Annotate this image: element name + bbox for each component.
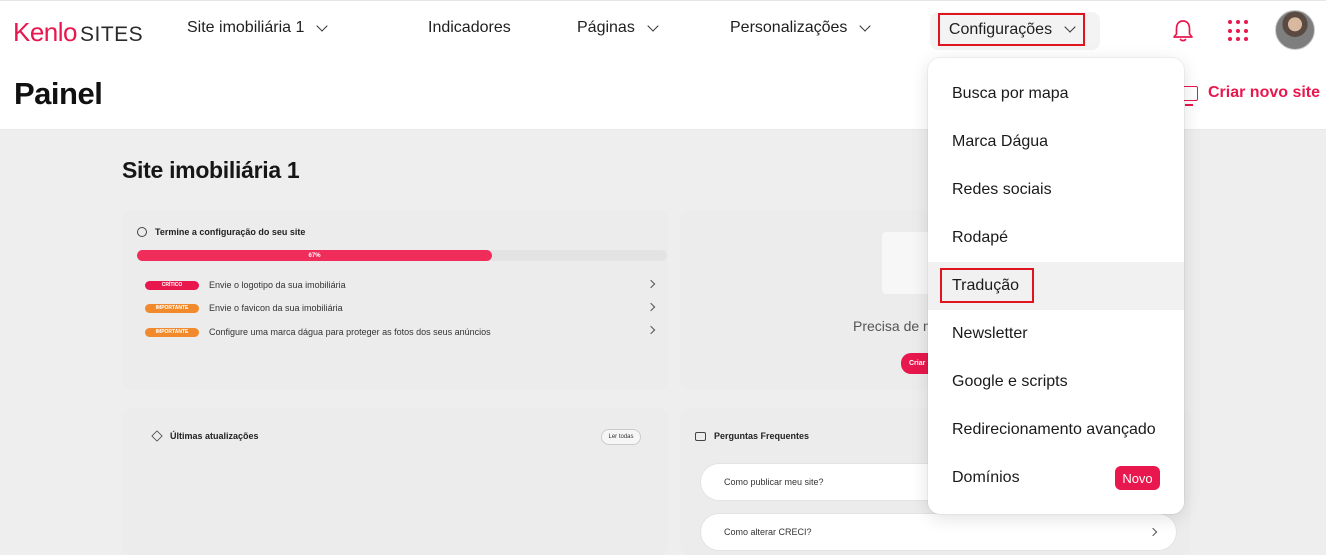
setup-heading-text: Termine a configuração do seu site — [155, 227, 306, 237]
nav-indicators-label: Indicadores — [428, 19, 511, 36]
chevron-down-icon — [1064, 21, 1076, 33]
important-badge: Importante — [145, 303, 199, 313]
setup-task[interactable]: Crítico Envie o logotipo da sua imobiliá… — [145, 278, 346, 292]
create-new-site-button[interactable]: Criar novo site — [1180, 84, 1321, 106]
nav-settings[interactable]: Configurações — [938, 13, 1085, 46]
updates-heading-text: Últimas atualizações — [170, 431, 259, 441]
menu-item-watermark[interactable]: Marca Dágua — [928, 118, 1184, 166]
preview-create-button[interactable]: Criar — [901, 353, 930, 374]
menu-item-social-networks[interactable]: Redes sociais — [928, 166, 1184, 214]
preview-prompt-text: Precisa de n — [853, 318, 931, 334]
setup-progress-bar: 67% — [137, 250, 667, 261]
setup-card — [122, 210, 668, 390]
nav-pages[interactable]: Páginas — [577, 19, 659, 37]
nav-customizations[interactable]: Personalizações — [730, 19, 872, 37]
kenlo-sites-logo[interactable]: Kenlo SITES — [13, 17, 143, 48]
critical-badge: Crítico — [145, 280, 199, 290]
setup-task[interactable]: Importante Configure uma marca dágua par… — [145, 325, 491, 339]
nav-customizations-label: Personalizações — [730, 19, 848, 36]
faq-item-text: Como alterar CRECI? — [724, 527, 812, 537]
updates-heading: Últimas atualizações — [151, 430, 259, 442]
nav-settings-label: Configurações — [948, 20, 1053, 38]
cube-icon — [151, 430, 163, 442]
translation-highlight-box — [940, 268, 1034, 303]
nav-indicators[interactable]: Indicadores — [428, 19, 511, 37]
site-selector-label: Site imobiliária 1 — [187, 19, 305, 36]
chat-icon — [695, 431, 706, 441]
chevron-down-icon — [859, 19, 872, 32]
new-badge: Novo — [1115, 466, 1160, 490]
faq-item-text: Como publicar meu site? — [724, 477, 824, 487]
user-avatar[interactable] — [1275, 10, 1315, 50]
site-preview-thumbnail — [882, 232, 930, 294]
faq-heading-text: Perguntas Frequentes — [714, 431, 810, 441]
menu-item-map-search[interactable]: Busca por mapa — [928, 70, 1184, 118]
logo-sub-text: SITES — [80, 23, 144, 46]
setup-heading: Termine a configuração do seu site — [137, 227, 305, 237]
setup-task[interactable]: Importante Envie o favicon da sua imobil… — [145, 301, 343, 315]
create-new-site-label: Criar novo site — [1208, 84, 1321, 101]
page-title: Painel — [14, 76, 103, 111]
setup-task-text: Envie o favicon da sua imobiliária — [209, 303, 343, 313]
apps-grid-icon[interactable] — [1228, 20, 1250, 42]
menu-item-google-scripts[interactable]: Google e scripts — [928, 358, 1184, 406]
nav-pages-label: Páginas — [577, 19, 635, 36]
setup-task-text: Envie o logotipo da sua imobiliária — [209, 280, 346, 290]
menu-item-advanced-redirect[interactable]: Redirecionamento avançado — [928, 406, 1184, 454]
site-selector-dropdown[interactable]: Site imobiliária 1 — [187, 19, 329, 37]
read-all-button[interactable]: Ler todas — [601, 429, 641, 445]
important-badge: Importante — [145, 327, 199, 337]
faq-heading: Perguntas Frequentes — [695, 431, 809, 441]
faq-item[interactable]: Como alterar CRECI? — [700, 513, 1177, 551]
gear-icon — [137, 227, 147, 237]
logo-main-text: Kenlo — [13, 17, 78, 47]
menu-item-newsletter[interactable]: Newsletter — [928, 310, 1184, 358]
menu-item-footer[interactable]: Rodapé — [928, 214, 1184, 262]
notifications-bell-icon[interactable] — [1172, 19, 1194, 43]
setup-progress-fill: 67% — [137, 250, 493, 261]
setup-task-text: Configure uma marca dágua para proteger … — [209, 327, 491, 337]
chevron-right-icon — [1148, 527, 1158, 537]
chevron-down-icon — [647, 19, 659, 32]
site-title: Site imobiliária 1 — [122, 157, 300, 183]
chevron-down-icon — [316, 19, 329, 32]
